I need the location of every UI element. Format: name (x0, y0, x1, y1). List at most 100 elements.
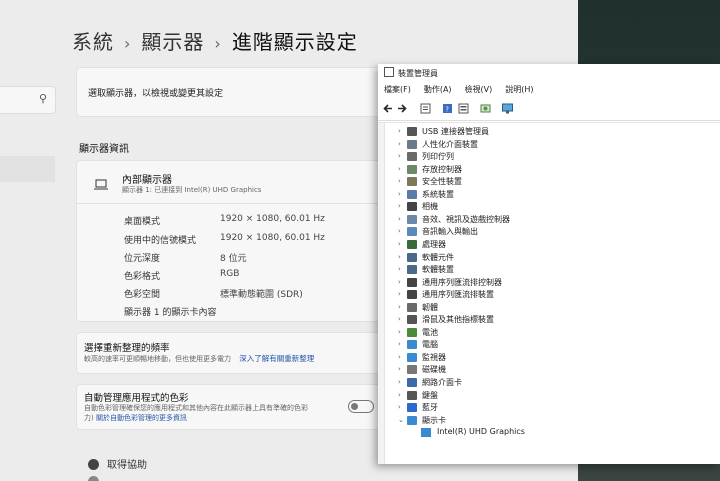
svg-text:?: ? (445, 106, 449, 114)
display-subtitle: 顯示器 1: 已連接到 Intel(R) UHD Graphics (122, 186, 262, 194)
device-category-label: 監視器 (422, 352, 446, 362)
chevron-right-icon[interactable]: › (398, 177, 401, 185)
device-category-row[interactable]: › 滑鼠及其他指標裝置 (378, 314, 720, 326)
chevron-right-icon[interactable]: › (398, 403, 401, 411)
battery-icon (407, 327, 417, 337)
forward-arrow-icon[interactable] (397, 103, 408, 114)
chevron-right-icon[interactable]: › (398, 202, 401, 210)
spec-value: 1920 × 1080, 60.01 Hz (220, 214, 325, 224)
display-adapter-icon (421, 428, 431, 438)
chevron-right-icon[interactable]: › (398, 190, 401, 198)
software-component-icon (407, 252, 417, 262)
device-category-row[interactable]: › 通用序列匯流排控制器 (378, 277, 720, 289)
get-help-item[interactable]: 取得協助 (88, 456, 147, 471)
device-category-row[interactable]: › 藍牙 (378, 402, 720, 414)
chevron-right-icon[interactable]: › (398, 127, 401, 135)
feedback-icon[interactable] (88, 476, 99, 481)
system-icon (407, 189, 417, 199)
chevron-right-icon[interactable]: › (398, 253, 401, 261)
breadcrumb-system[interactable]: 系統 (72, 30, 114, 54)
security-icon (407, 177, 417, 187)
menu-file[interactable]: 檔案(F) (384, 85, 411, 94)
auto-color-more-link[interactable]: 關於自動色彩管理的更多資訊 (96, 414, 187, 422)
device-manager-window: 裝置管理員 檔案(F) 動作(A) 檢視(V) 說明(H) ? › USB 連接器管理員… (378, 64, 720, 464)
chevron-right-icon[interactable]: › (398, 328, 401, 336)
device-category-row[interactable]: › 系統裝置 (378, 189, 720, 201)
device-category-row[interactable]: › 存放控制器 (378, 164, 720, 176)
device-category-row[interactable]: › 列印佇列 (378, 151, 720, 163)
menu-view[interactable]: 檢視(V) (465, 85, 493, 94)
usb-controller-icon (407, 277, 417, 287)
chevron-right-icon[interactable]: › (398, 378, 401, 386)
breadcrumb-separator: › (214, 34, 222, 53)
device-category-row[interactable]: ⌄ 顯示卡 (378, 415, 720, 427)
device-category-row[interactable]: › 磁碟機 (378, 364, 720, 376)
device-category-label: 滑鼠及其他指標裝置 (422, 315, 494, 325)
device-category-row[interactable]: › 鍵盤 (378, 390, 720, 402)
device-category-row[interactable]: › 軟體元件 (378, 252, 720, 264)
device-category-label: USB 連接器管理員 (422, 127, 489, 136)
chevron-right-icon[interactable]: › (398, 227, 401, 235)
sidebar-item-selected[interactable] (0, 156, 55, 182)
chevron-right-icon[interactable]: › (398, 140, 401, 148)
device-category-label: 通用序列匯流排控制器 (422, 277, 502, 287)
device-category-row[interactable]: › 音效、視訊及遊戲控制器 (378, 214, 720, 226)
device-category-row[interactable]: › 通用序列匯流排裝置 (378, 289, 720, 301)
display-name: 內部顯示器 (122, 175, 172, 186)
device-row-intel-uhd[interactable]: Intel(R) UHD Graphics (378, 427, 720, 439)
scan-hardware-icon[interactable] (480, 103, 491, 114)
device-category-label: 通用序列匯流排裝置 (422, 290, 494, 300)
chevron-right-icon[interactable]: › (398, 265, 401, 273)
chevron-down-icon[interactable]: ⌄ (398, 416, 404, 424)
chevron-right-icon[interactable]: › (398, 315, 401, 323)
device-tree: › USB 連接器管理員 › 人性化介面裝置 › 列印佇列 › 存放控制器 › 安全性裝置 › 系統裝… (378, 122, 720, 464)
printer-icon (407, 152, 417, 162)
menu-help[interactable]: 說明(H) (505, 85, 533, 94)
auto-color-toggle[interactable] (348, 400, 374, 413)
chevron-right-icon[interactable]: › (398, 391, 401, 399)
toggle-knob (351, 403, 358, 410)
show-hidden-icon[interactable] (458, 103, 469, 114)
spec-label: 使用中的信號模式 (124, 236, 197, 246)
device-category-row[interactable]: › USB 連接器管理員 (378, 126, 720, 138)
chevron-right-icon[interactable]: › (398, 152, 401, 160)
chevron-right-icon[interactable]: › (398, 240, 401, 248)
breadcrumb-separator: › (124, 34, 132, 53)
device-category-row[interactable]: › 軟體裝置 (378, 264, 720, 276)
device-category-row[interactable]: › 音訊輸入與輸出 (378, 226, 720, 238)
device-category-row[interactable]: › 處理器 (378, 239, 720, 251)
chevron-right-icon[interactable]: › (398, 340, 401, 348)
bluetooth-icon (407, 403, 417, 413)
device-category-row[interactable]: › 網路介面卡 (378, 377, 720, 389)
adapter-properties-link[interactable]: 顯示器 1 的顯示卡內容 (124, 305, 216, 318)
get-help-label: 取得協助 (107, 460, 147, 471)
menu-action[interactable]: 動作(A) (424, 85, 452, 94)
keyboard-icon (407, 390, 417, 400)
dm-titlebar: 裝置管理員 (378, 64, 720, 84)
search-input[interactable]: ⚲ (0, 86, 56, 114)
usb-icon (407, 127, 417, 136)
chevron-right-icon[interactable]: › (398, 278, 401, 286)
refresh-learn-more-link[interactable]: 深入了解有關重新整理 (239, 354, 314, 363)
breadcrumb-display[interactable]: 顯示器 (141, 30, 204, 54)
chevron-right-icon[interactable]: › (398, 290, 401, 298)
monitor-toolbar-icon[interactable] (502, 103, 513, 114)
device-category-row[interactable]: › 人性化介面裝置 (378, 139, 720, 151)
chevron-right-icon[interactable]: › (398, 353, 401, 361)
properties-view-icon[interactable] (420, 103, 431, 114)
back-arrow-icon[interactable] (382, 103, 393, 114)
device-category-row[interactable]: › 電腦 (378, 339, 720, 351)
chevron-right-icon[interactable]: › (398, 165, 401, 173)
device-category-label: 人性化介面裝置 (422, 139, 478, 149)
device-category-row[interactable]: › 電池 (378, 327, 720, 339)
chevron-right-icon[interactable]: › (398, 303, 401, 311)
device-category-row[interactable]: › 安全性裝置 (378, 176, 720, 188)
device-category-label: 網路介面卡 (422, 378, 462, 387)
device-category-row[interactable]: › 相機 (378, 201, 720, 213)
help-book-icon[interactable]: ? (442, 103, 453, 114)
device-category-row[interactable]: › 監視器 (378, 352, 720, 364)
spec-label: 色彩格式 (124, 272, 161, 282)
chevron-right-icon[interactable]: › (398, 365, 401, 373)
chevron-right-icon[interactable]: › (398, 215, 401, 223)
device-category-row[interactable]: › 韌體 (378, 302, 720, 314)
